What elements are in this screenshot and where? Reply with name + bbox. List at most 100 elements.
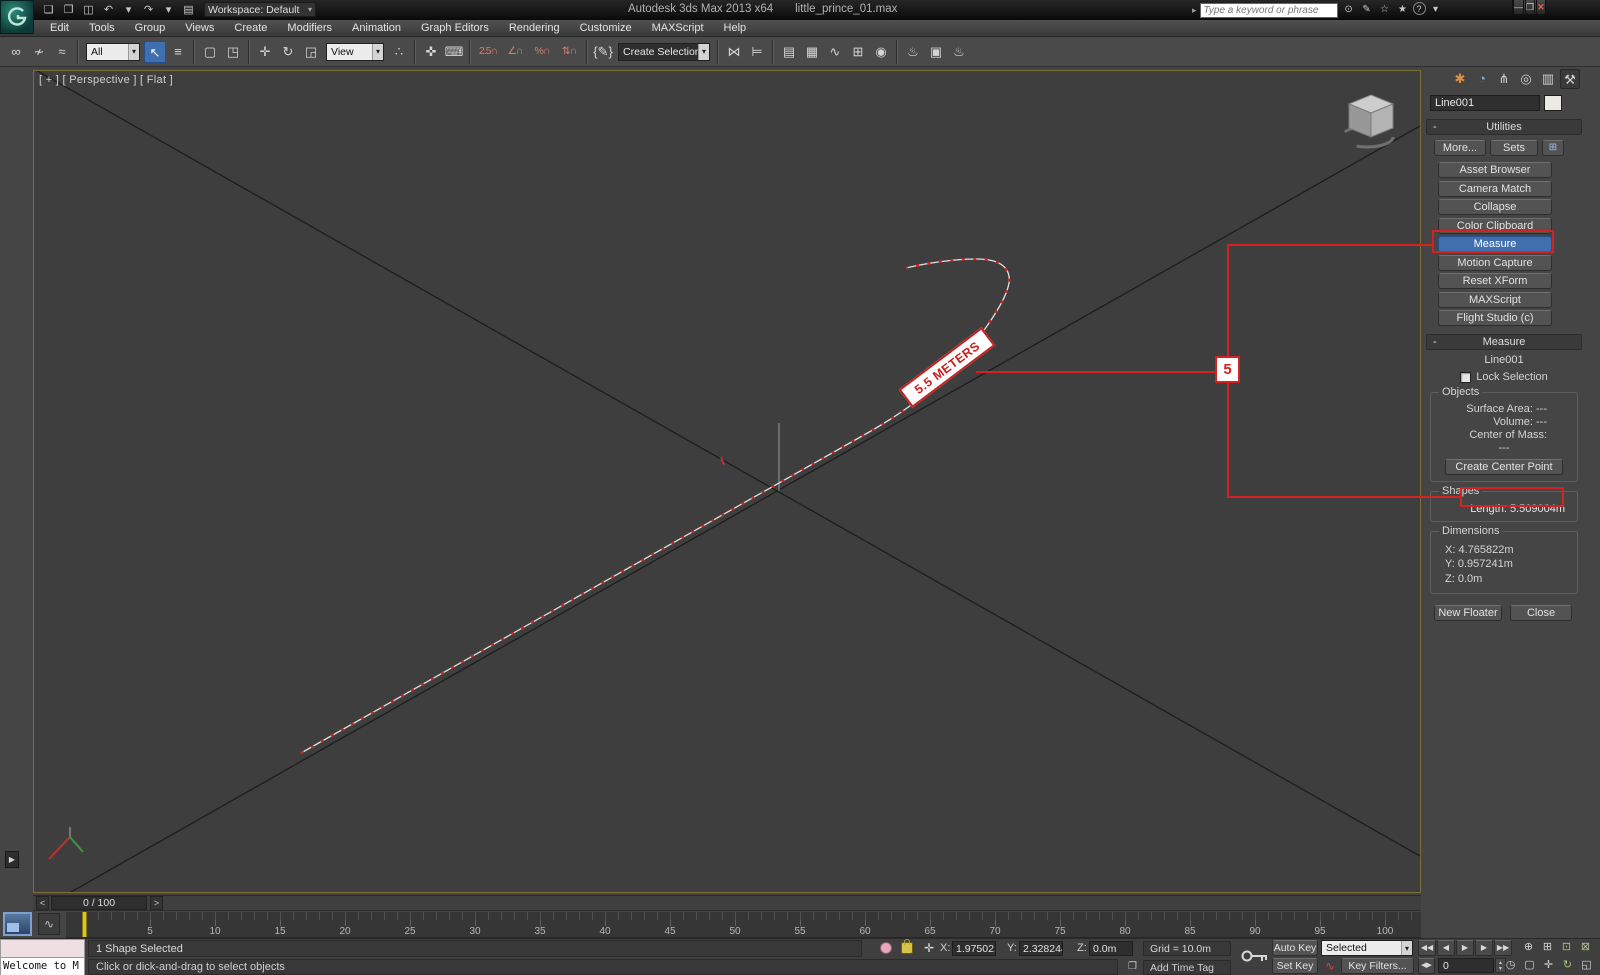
unlink-selection-icon[interactable]: ≁ (28, 41, 50, 63)
help-icon[interactable]: ? (1413, 2, 1426, 15)
tab-utilities[interactable]: ⚒ (1560, 69, 1580, 89)
curve-editor-icon[interactable]: ∿ (824, 41, 846, 63)
undo-icon[interactable]: ↶ (100, 2, 117, 18)
menu-modifiers[interactable]: Modifiers (277, 20, 342, 36)
utility-motion-capture-button[interactable]: Motion Capture (1438, 255, 1552, 271)
sets-button[interactable]: Sets (1490, 140, 1538, 156)
snaps-toggle-icon[interactable]: 2.5∩ (475, 41, 501, 63)
menu-graph-editors[interactable]: Graph Editors (411, 20, 499, 36)
project-folder-icon[interactable]: ▤ (180, 2, 197, 18)
add-time-tag-field[interactable]: Add Time Tag (1143, 960, 1231, 975)
save-file-icon[interactable]: ◫ (80, 2, 97, 18)
window-crossing-icon[interactable]: ◳ (222, 41, 244, 63)
subscription-center-icon[interactable]: ✎ (1359, 2, 1375, 18)
menu-tools[interactable]: Tools (79, 20, 125, 36)
menu-create[interactable]: Create (224, 20, 277, 36)
maxscript-macro-recorder-field[interactable] (0, 939, 85, 958)
menu-animation[interactable]: Animation (342, 20, 411, 36)
tab-create[interactable]: ✱ (1450, 69, 1470, 89)
go-to-start-button[interactable]: ◀◀ (1418, 940, 1436, 956)
new-scene-icon[interactable]: ❏ (40, 2, 57, 18)
object-color-swatch[interactable] (1544, 95, 1562, 111)
restore-button[interactable]: ❐ (1525, 0, 1535, 15)
viewport-label[interactable]: [ + ] [ Perspective ] [ Flat ] (39, 74, 173, 86)
previous-frame-arrow[interactable]: < (36, 896, 49, 910)
key-mode-toggle-button[interactable]: ◀▶ (1418, 958, 1435, 974)
favorites-icon[interactable]: ★ (1395, 2, 1411, 18)
selection-set-dropdown[interactable]: Selected ▾ (1321, 940, 1413, 956)
rectangular-selection-region-icon[interactable]: ▢ (199, 41, 221, 63)
track-bar-ruler[interactable]: 5101520253035404550556065707580859095100 (66, 911, 1421, 938)
menu-views[interactable]: Views (175, 20, 224, 36)
render-setup-icon[interactable]: ♨ (902, 41, 924, 63)
named-selection-sets-combo[interactable]: Create Selection Se ▾ (618, 43, 710, 61)
utility-flight-studio-button[interactable]: Flight Studio (c) (1438, 310, 1552, 326)
previous-frame-button[interactable]: ◀ (1437, 940, 1455, 956)
key-filters-button[interactable]: Key Filters... (1341, 958, 1414, 974)
pan-view-icon[interactable]: ✛ (1540, 958, 1557, 974)
layer-manager-icon[interactable]: ▤ (778, 41, 800, 63)
close-button[interactable]: Close (1510, 605, 1572, 621)
select-and-rotate-icon[interactable]: ↻ (277, 41, 299, 63)
x-coordinate-field[interactable]: 1.975021m (952, 941, 996, 956)
tab-modify[interactable]: ◔ (1472, 69, 1492, 89)
menu-maxscript[interactable]: MAXScript (642, 20, 714, 36)
bind-to-space-warp-icon[interactable]: ≈ (51, 41, 73, 63)
menu-edit[interactable]: Edit (40, 20, 79, 36)
spinner-snap-icon[interactable]: ⇅∩ (556, 41, 582, 63)
auto-key-button[interactable]: Auto Key (1272, 940, 1318, 956)
graphite-ribbon-toggle-icon[interactable]: ▦ (801, 41, 823, 63)
maximize-viewport-toggle-icon[interactable]: ◱ (1578, 958, 1595, 974)
perspective-viewport[interactable]: [ + ] [ Perspective ] [ Flat ] (33, 70, 1421, 893)
close-button[interactable]: ✕ (1536, 0, 1546, 15)
viewcube[interactable] (1339, 89, 1403, 155)
next-frame-arrow[interactable]: > (150, 896, 163, 910)
material-editor-icon[interactable]: ◉ (870, 41, 892, 63)
field-of-view-icon[interactable]: ▢ (1521, 958, 1538, 974)
time-configuration-icon[interactable]: ◷ (1502, 958, 1519, 974)
menu-rendering[interactable]: Rendering (499, 20, 570, 36)
spline-line001[interactable] (301, 259, 1009, 753)
communication-center-icon[interactable]: ☆ (1377, 2, 1393, 18)
undo-dropdown-icon[interactable]: ▾ (120, 2, 137, 18)
search-input[interactable] (1200, 3, 1338, 18)
key-tangent-icon[interactable]: ∿ (1322, 959, 1338, 974)
zoom-icon[interactable]: ⊕ (1520, 940, 1537, 956)
angle-snap-icon[interactable]: ∠∩ (502, 41, 528, 63)
selection-lock-icon[interactable] (901, 942, 913, 954)
set-key-button[interactable]: Set Key (1272, 958, 1318, 974)
zoom-extents-icon[interactable]: ⊡ (1558, 940, 1575, 956)
object-name-field[interactable]: Line001 (1430, 95, 1540, 111)
utility-maxscript-button[interactable]: MAXScript (1438, 292, 1552, 308)
reference-coordinate-dropdown[interactable]: View ▾ (326, 43, 384, 61)
select-and-link-icon[interactable]: ∞ (5, 41, 27, 63)
selection-filter-dropdown[interactable]: All ▾ (86, 43, 140, 61)
orbit-icon[interactable]: ↻ (1559, 958, 1576, 974)
maxscript-mini-listener[interactable]: Welcome to M (0, 958, 85, 975)
isolate-selection-icon[interactable] (880, 942, 892, 954)
new-floater-button[interactable]: New Floater (1434, 605, 1502, 621)
utility-color-clipboard-button[interactable]: Color Clipboard (1438, 218, 1552, 234)
utility-collapse-button[interactable]: Collapse (1438, 199, 1552, 215)
transform-gizmo-icon[interactable]: ✛ (921, 940, 937, 956)
tab-motion[interactable]: ◎ (1516, 69, 1536, 89)
redo-icon[interactable]: ↷ (140, 2, 157, 18)
workspace-dropdown[interactable]: Workspace: Default ▾ (204, 2, 316, 17)
time-slider-value[interactable]: 0 / 100 (51, 896, 147, 910)
application-menu-button[interactable] (0, 0, 34, 34)
tab-hierarchy[interactable]: ⋔ (1494, 69, 1514, 89)
search-communities-icon[interactable]: ⊙ (1341, 2, 1357, 18)
align-icon[interactable]: ⊨ (746, 41, 768, 63)
select-and-scale-icon[interactable]: ◲ (300, 41, 322, 63)
render-production-icon[interactable]: ♨ (948, 41, 970, 63)
utility-asset-browser-button[interactable]: Asset Browser (1438, 162, 1552, 178)
utilities-rollout-header[interactable]: - Utilities (1426, 119, 1582, 135)
infocenter-expand-icon[interactable]: ▸ (1192, 5, 1197, 16)
lock-selection-checkbox[interactable] (1460, 372, 1471, 383)
viewport-layout-tab-button[interactable]: ▶ (5, 851, 19, 868)
mirror-icon[interactable]: ⋈ (723, 41, 745, 63)
select-and-manipulate-icon[interactable]: ✜ (420, 41, 442, 63)
trackbar-mode-icon[interactable]: ∿ (38, 913, 60, 935)
more-button[interactable]: More... (1434, 140, 1486, 156)
time-slider-handle[interactable] (82, 911, 87, 938)
